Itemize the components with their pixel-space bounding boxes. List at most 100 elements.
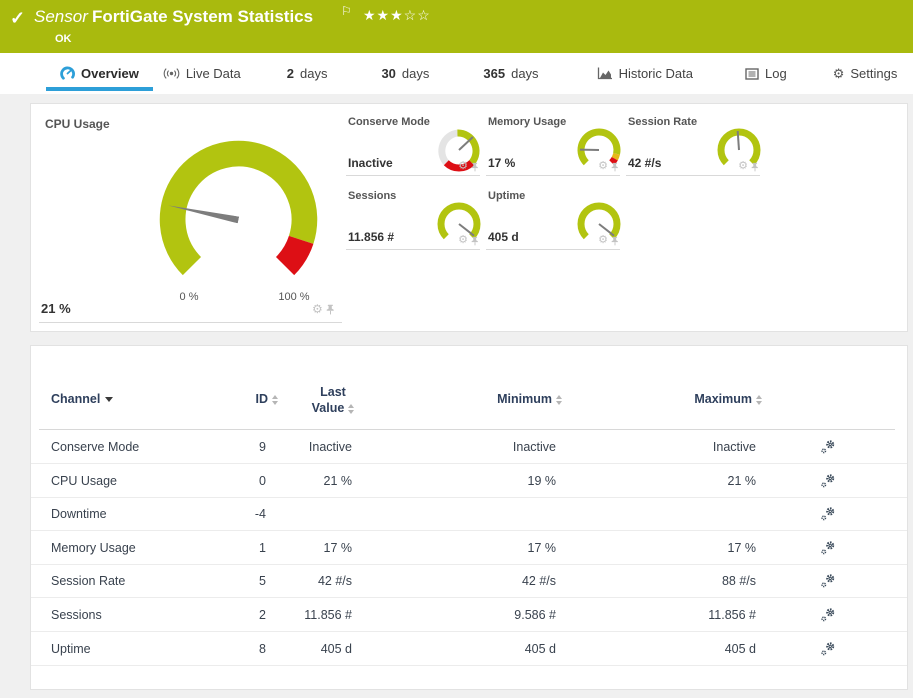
maximum-value: 88 #/s [721, 574, 756, 588]
channel-settings-gears-icon[interactable] [820, 641, 838, 659]
tab-30-days-unit: days [401, 66, 430, 81]
minimum-value: 17 % [527, 541, 557, 555]
gauge-title: Memory Usage [488, 116, 567, 128]
tab-30-days-number: 30 [381, 66, 396, 81]
log-list-icon [745, 67, 759, 80]
channel-id: 9 [259, 440, 266, 454]
minimum-value: 405 d [524, 642, 556, 656]
gauge-title: Conserve Mode [348, 116, 430, 128]
channel-settings-gears-icon[interactable] [820, 607, 838, 625]
broadcast-icon [163, 68, 180, 79]
channel-name[interactable]: CPU Usage [51, 464, 117, 498]
channel-settings-gears-icon[interactable] [820, 540, 838, 558]
panel-actions: ⚙ [458, 235, 479, 246]
tab-live-data[interactable]: Live Data [157, 53, 247, 94]
area-chart-icon [597, 67, 612, 80]
maximum-value: 17 % [727, 541, 757, 555]
channel-id: 0 [259, 474, 266, 488]
panel-actions: ⚙ [598, 161, 619, 172]
table-row-cpu-usage: CPU Usage 0 21 % 19 % 21 % [31, 464, 907, 498]
gauge-panel-sessions: Sessions 11.856 # ⚙ [346, 188, 481, 250]
tab-2-days[interactable]: 2 days [281, 53, 334, 94]
column-header-last-value[interactable]: Last Value [291, 384, 375, 416]
pin-icon[interactable] [751, 162, 759, 172]
channel-settings-gears-icon[interactable] [820, 506, 838, 524]
gauge-value: 405 d [488, 230, 519, 244]
cpu-gauge-title: CPU Usage [45, 117, 110, 131]
gear-icon[interactable]: ⚙ [598, 235, 608, 246]
channel-name[interactable]: Conserve Mode [51, 430, 139, 464]
panel-actions: ⚙ [738, 161, 759, 172]
pin-icon[interactable] [611, 162, 619, 172]
channel-settings-gears-icon[interactable] [820, 439, 838, 457]
tab-historic-data-label: Historic Data [618, 66, 693, 81]
gear-icon[interactable]: ⚙ [458, 161, 468, 172]
tab-log[interactable]: Log [739, 53, 793, 94]
sort-desc-icon [105, 397, 114, 403]
sensor-kind-label: Sensor [34, 7, 88, 26]
channel-name[interactable]: Memory Usage [51, 531, 136, 565]
stars-filled[interactable]: ★★★ [363, 7, 404, 23]
channel-name[interactable]: Uptime [51, 632, 91, 666]
gauge-panel-uptime: Uptime 405 d ⚙ [486, 188, 621, 250]
sort-toggle-icon [272, 394, 278, 405]
tab-overview-label: Overview [81, 66, 139, 81]
gauge-title: Session Rate [628, 116, 698, 128]
tab-settings-label: Settings [850, 66, 898, 81]
priority-stars[interactable]: ★★★☆☆ [363, 7, 431, 24]
tab-log-label: Log [764, 66, 787, 81]
flag-icon[interactable]: ⚐ [341, 4, 352, 18]
maximum-value: 21 % [727, 474, 757, 488]
table-row-session-rate: Session Rate 5 42 #/s 42 #/s 88 #/s [31, 564, 907, 598]
sensor-title: FortiGate System Statistics [92, 7, 314, 26]
gauge-title: Uptime [488, 190, 526, 202]
gauge-value: 11.856 # [348, 230, 395, 244]
gear-icon[interactable]: ⚙ [458, 235, 468, 246]
gauge-value: 42 #/s [628, 156, 662, 170]
channel-id: 1 [259, 541, 266, 555]
pin-icon[interactable] [326, 304, 335, 315]
channel-settings-gears-icon[interactable] [820, 573, 838, 591]
gauge-value: Inactive [348, 156, 393, 170]
pin-icon[interactable] [471, 236, 479, 246]
gauge-panel-session-rate: Session Rate 42 #/s ⚙ [626, 114, 761, 176]
pin-icon[interactable] [471, 162, 479, 172]
tab-2-days-unit: days [299, 66, 328, 81]
cpu-panel-divider [39, 322, 342, 323]
table-row-conserve-mode: Conserve Mode 9 Inactive Inactive Inacti… [31, 430, 907, 464]
sensor-header: ✓ Sensor FortiGate System Statistics ⚐ ★… [0, 0, 913, 53]
maximum-value: 405 d [724, 642, 756, 656]
column-header-id[interactable]: ID [173, 392, 278, 406]
cpu-scale-max: 100 % [278, 291, 310, 303]
last-value: 405 d [320, 642, 352, 656]
stars-empty[interactable]: ☆☆ [404, 7, 431, 23]
channel-settings-gears-icon[interactable] [820, 473, 838, 491]
sort-toggle-icon [556, 394, 562, 405]
gear-icon[interactable]: ⚙ [738, 161, 748, 172]
column-header-maximum[interactable]: Maximum [622, 392, 762, 406]
channel-name[interactable]: Sessions [51, 598, 102, 632]
column-header-minimum[interactable]: Minimum [422, 392, 562, 406]
panel-actions: ⚙ [598, 235, 619, 246]
gauge-panel-conserve-mode: Conserve Mode Inactive ⚙ [346, 114, 480, 176]
tab-365-days[interactable]: 365 days [477, 53, 544, 94]
tab-30-days[interactable]: 30 days [375, 53, 435, 94]
panel-actions: ⚙ [458, 161, 479, 172]
gear-icon[interactable]: ⚙ [598, 161, 608, 172]
column-header-channel[interactable]: Channel [51, 392, 114, 406]
channel-id: 5 [259, 574, 266, 588]
prtg-sensor-page: { "colors": { "header_green": "#a9ba0e",… [0, 0, 913, 698]
channel-name[interactable]: Session Rate [51, 564, 125, 598]
channel-name[interactable]: Downtime [51, 497, 107, 531]
maximum-value: 11.856 # [708, 608, 756, 622]
pin-icon[interactable] [611, 236, 619, 246]
tab-historic-data[interactable]: Historic Data [591, 53, 699, 94]
gauge-panel-memory-usage: Memory Usage 17 % ⚙ [486, 114, 621, 176]
table-row-downtime: Downtime -4 [31, 497, 907, 531]
tab-settings[interactable]: ⚙ Settings [827, 53, 904, 94]
gear-icon[interactable]: ⚙ [312, 303, 323, 315]
cpu-scale-min: 0 % [179, 291, 199, 303]
gauge-title: Sessions [348, 190, 397, 202]
tab-overview[interactable]: Overview [46, 53, 153, 94]
channel-id: -4 [254, 507, 266, 521]
